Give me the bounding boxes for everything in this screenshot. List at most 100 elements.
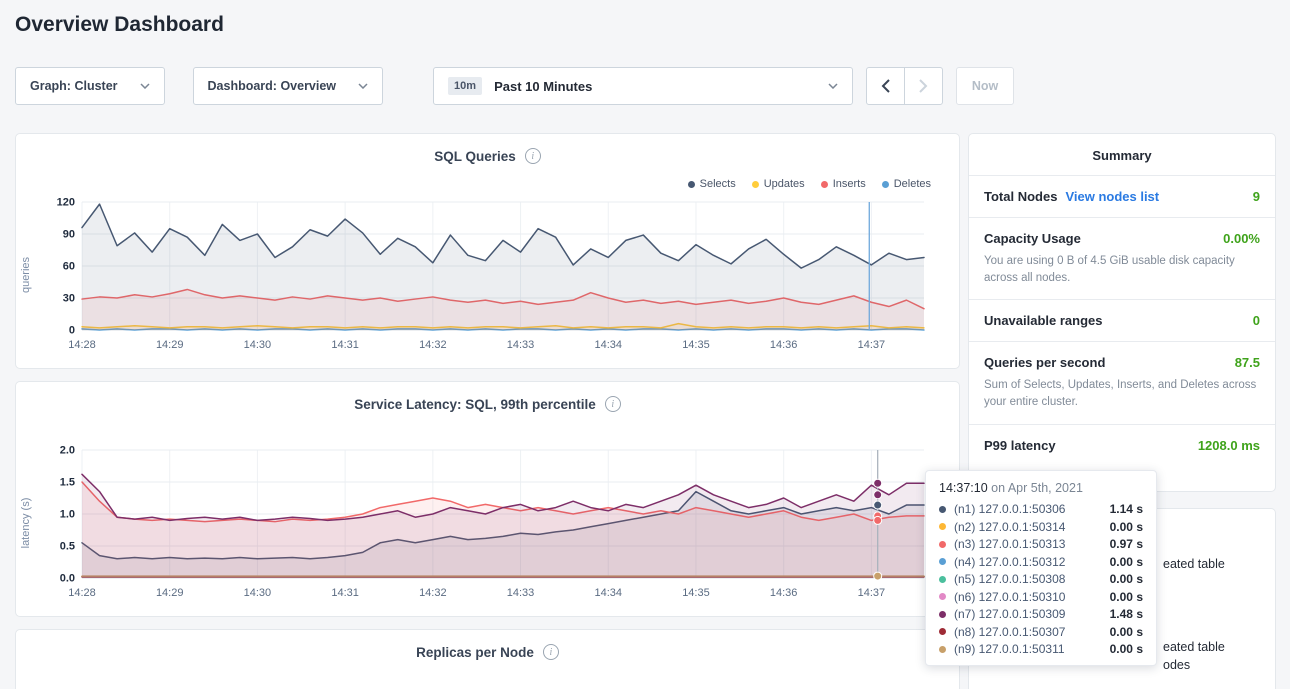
svg-text:14:35: 14:35 bbox=[682, 339, 710, 351]
dashboard-dropdown[interactable]: Dashboard: Overview bbox=[193, 67, 384, 105]
view-nodes-list-link[interactable]: View nodes list bbox=[1065, 189, 1159, 204]
legend-label: Deletes bbox=[894, 178, 931, 190]
tooltip-node-value: 0.00 s bbox=[1110, 642, 1143, 656]
event-text-fragment: odes bbox=[1163, 658, 1190, 672]
svg-text:90: 90 bbox=[63, 229, 75, 241]
info-icon[interactable]: i bbox=[543, 644, 559, 660]
chart-tooltip: 14:37:10 on Apr 5th, 2021 (n1) 127.0.0.1… bbox=[925, 470, 1157, 666]
chart-title-text: Replicas per Node bbox=[416, 645, 534, 660]
svg-text:14:32: 14:32 bbox=[419, 587, 447, 599]
legend-label: Selects bbox=[700, 178, 736, 190]
qps-label: Queries per second bbox=[984, 355, 1105, 370]
tooltip-node-label: (n6) 127.0.0.1:50310 bbox=[954, 590, 1065, 604]
unavailable-ranges-value: 0 bbox=[1253, 313, 1260, 328]
tooltip-node-label: (n8) 127.0.0.1:50307 bbox=[954, 625, 1065, 639]
svg-text:14:34: 14:34 bbox=[594, 587, 622, 599]
p99-latency-value: 1208.0 ms bbox=[1198, 438, 1260, 453]
legend-color-dot bbox=[752, 181, 759, 188]
tooltip-row: (n2) 127.0.0.1:50314 0.00 s bbox=[939, 520, 1143, 534]
svg-text:14:28: 14:28 bbox=[68, 339, 96, 351]
time-range-selector[interactable]: 10m Past 10 Minutes bbox=[433, 67, 853, 105]
svg-text:14:36: 14:36 bbox=[770, 339, 798, 351]
svg-text:0.0: 0.0 bbox=[60, 573, 75, 585]
graph-dropdown[interactable]: Graph: Cluster bbox=[15, 67, 165, 105]
svg-text:14:33: 14:33 bbox=[507, 339, 535, 351]
tooltip-row: (n6) 127.0.0.1:50310 0.00 s bbox=[939, 590, 1143, 604]
time-next-button[interactable] bbox=[904, 67, 943, 105]
legend-item-updates[interactable]: Updates bbox=[752, 178, 805, 190]
tooltip-node-label: (n3) 127.0.0.1:50313 bbox=[954, 537, 1065, 551]
chevron-right-icon bbox=[919, 79, 928, 93]
overview-dashboard-page: Overview Dashboard Graph: Cluster Dashbo… bbox=[0, 0, 1290, 689]
y-axis-label: latency (s) bbox=[20, 488, 32, 558]
event-text-fragment: eated table bbox=[1163, 557, 1225, 571]
qps-value: 87.5 bbox=[1235, 355, 1260, 370]
replicas-title: Replicas per Node i bbox=[16, 644, 959, 660]
total-nodes-label: Total Nodes bbox=[984, 189, 1057, 204]
tooltip-node-value: 0.00 s bbox=[1110, 572, 1143, 586]
svg-text:14:37: 14:37 bbox=[858, 587, 886, 599]
summary-capacity-row: Capacity Usage 0.00% You are using 0 B o… bbox=[969, 218, 1275, 300]
tooltip-row: (n9) 127.0.0.1:50311 0.00 s bbox=[939, 642, 1143, 656]
svg-text:14:30: 14:30 bbox=[244, 587, 272, 599]
unavailable-ranges-label: Unavailable ranges bbox=[984, 313, 1103, 328]
chevron-down-icon bbox=[140, 83, 150, 89]
svg-text:60: 60 bbox=[63, 261, 75, 273]
tooltip-row: (n7) 127.0.0.1:503091.48 s bbox=[939, 607, 1143, 621]
series-color-dot bbox=[939, 593, 946, 600]
total-nodes-value: 9 bbox=[1253, 189, 1260, 204]
tooltip-node-value: 0.00 s bbox=[1110, 520, 1143, 534]
time-range-chip: 10m bbox=[448, 77, 482, 95]
svg-text:14:29: 14:29 bbox=[156, 587, 184, 599]
summary-qps-row: Queries per second 87.5 Sum of Selects, … bbox=[969, 342, 1275, 424]
now-button[interactable]: Now bbox=[956, 67, 1014, 105]
tooltip-node-value: 0.97 s bbox=[1110, 537, 1143, 551]
time-prev-button[interactable] bbox=[866, 67, 905, 105]
capacity-label: Capacity Usage bbox=[984, 231, 1081, 246]
svg-text:30: 30 bbox=[63, 293, 75, 305]
svg-text:120: 120 bbox=[57, 197, 75, 209]
summary-panel: Summary Total Nodes View nodes list 9 Ca… bbox=[968, 133, 1276, 492]
chevron-down-icon bbox=[828, 83, 838, 89]
tooltip-node-label: (n2) 127.0.0.1:50314 bbox=[954, 520, 1065, 534]
event-text-fragment: eated table bbox=[1163, 640, 1225, 654]
legend-item-inserts[interactable]: Inserts bbox=[821, 178, 866, 190]
tooltip-header: 14:37:10 on Apr 5th, 2021 bbox=[939, 481, 1143, 495]
sql-queries-chart[interactable]: 14:2814:2914:3014:3114:3214:3314:3414:35… bbox=[36, 192, 936, 362]
sql-queries-title: SQL Queries i bbox=[16, 148, 959, 164]
chart-title-text: SQL Queries bbox=[434, 149, 516, 164]
legend-item-selects[interactable]: Selects bbox=[688, 178, 736, 190]
tooltip-node-label: (n9) 127.0.0.1:50311 bbox=[954, 642, 1065, 656]
legend-label: Updates bbox=[764, 178, 805, 190]
tooltip-node-label: (n4) 127.0.0.1:50312 bbox=[954, 555, 1065, 569]
info-icon[interactable]: i bbox=[605, 396, 621, 412]
svg-text:14:32: 14:32 bbox=[419, 339, 447, 351]
tooltip-node-value: 0.00 s bbox=[1110, 555, 1143, 569]
tooltip-node-label: (n7) 127.0.0.1:50309 bbox=[954, 607, 1065, 621]
svg-text:14:31: 14:31 bbox=[331, 339, 359, 351]
svg-text:14:34: 14:34 bbox=[594, 339, 622, 351]
tooltip-node-value: 1.14 s bbox=[1110, 502, 1143, 516]
tooltip-node-value: 0.00 s bbox=[1110, 590, 1143, 604]
replicas-per-node-card: Replicas per Node i bbox=[15, 629, 960, 689]
series-color-dot bbox=[939, 628, 946, 635]
summary-total-nodes-row: Total Nodes View nodes list 9 bbox=[969, 176, 1275, 218]
series-color-dot bbox=[939, 523, 946, 530]
svg-text:0: 0 bbox=[69, 325, 75, 337]
tooltip-row: (n1) 127.0.0.1:50306 1.14 s bbox=[939, 502, 1143, 516]
svg-text:1.5: 1.5 bbox=[60, 477, 75, 489]
legend-item-deletes[interactable]: Deletes bbox=[882, 178, 931, 190]
tooltip-row: (n3) 127.0.0.1:50313 0.97 s bbox=[939, 537, 1143, 551]
tooltip-node-label: (n5) 127.0.0.1:50308 bbox=[954, 572, 1065, 586]
toolbar: Graph: Cluster Dashboard: Overview 10m P… bbox=[15, 67, 1014, 105]
info-icon[interactable]: i bbox=[525, 148, 541, 164]
tooltip-node-label: (n1) 127.0.0.1:50306 bbox=[954, 502, 1065, 516]
legend-label: Inserts bbox=[833, 178, 866, 190]
svg-text:1.0: 1.0 bbox=[60, 509, 75, 521]
chart-tooltip-rows: (n1) 127.0.0.1:50306 1.14 s (n2) 127.0.0.1… bbox=[939, 502, 1143, 656]
tooltip-node-value: 0.00 s bbox=[1110, 625, 1143, 639]
tooltip-row: (n8) 127.0.0.1:50307 0.00 s bbox=[939, 625, 1143, 639]
summary-p99-row: P99 latency 1208.0 ms bbox=[969, 425, 1275, 466]
service-latency-chart[interactable]: 14:2814:2914:3014:3114:3214:3314:3414:35… bbox=[36, 440, 936, 610]
y-axis-label: queries bbox=[20, 240, 32, 310]
